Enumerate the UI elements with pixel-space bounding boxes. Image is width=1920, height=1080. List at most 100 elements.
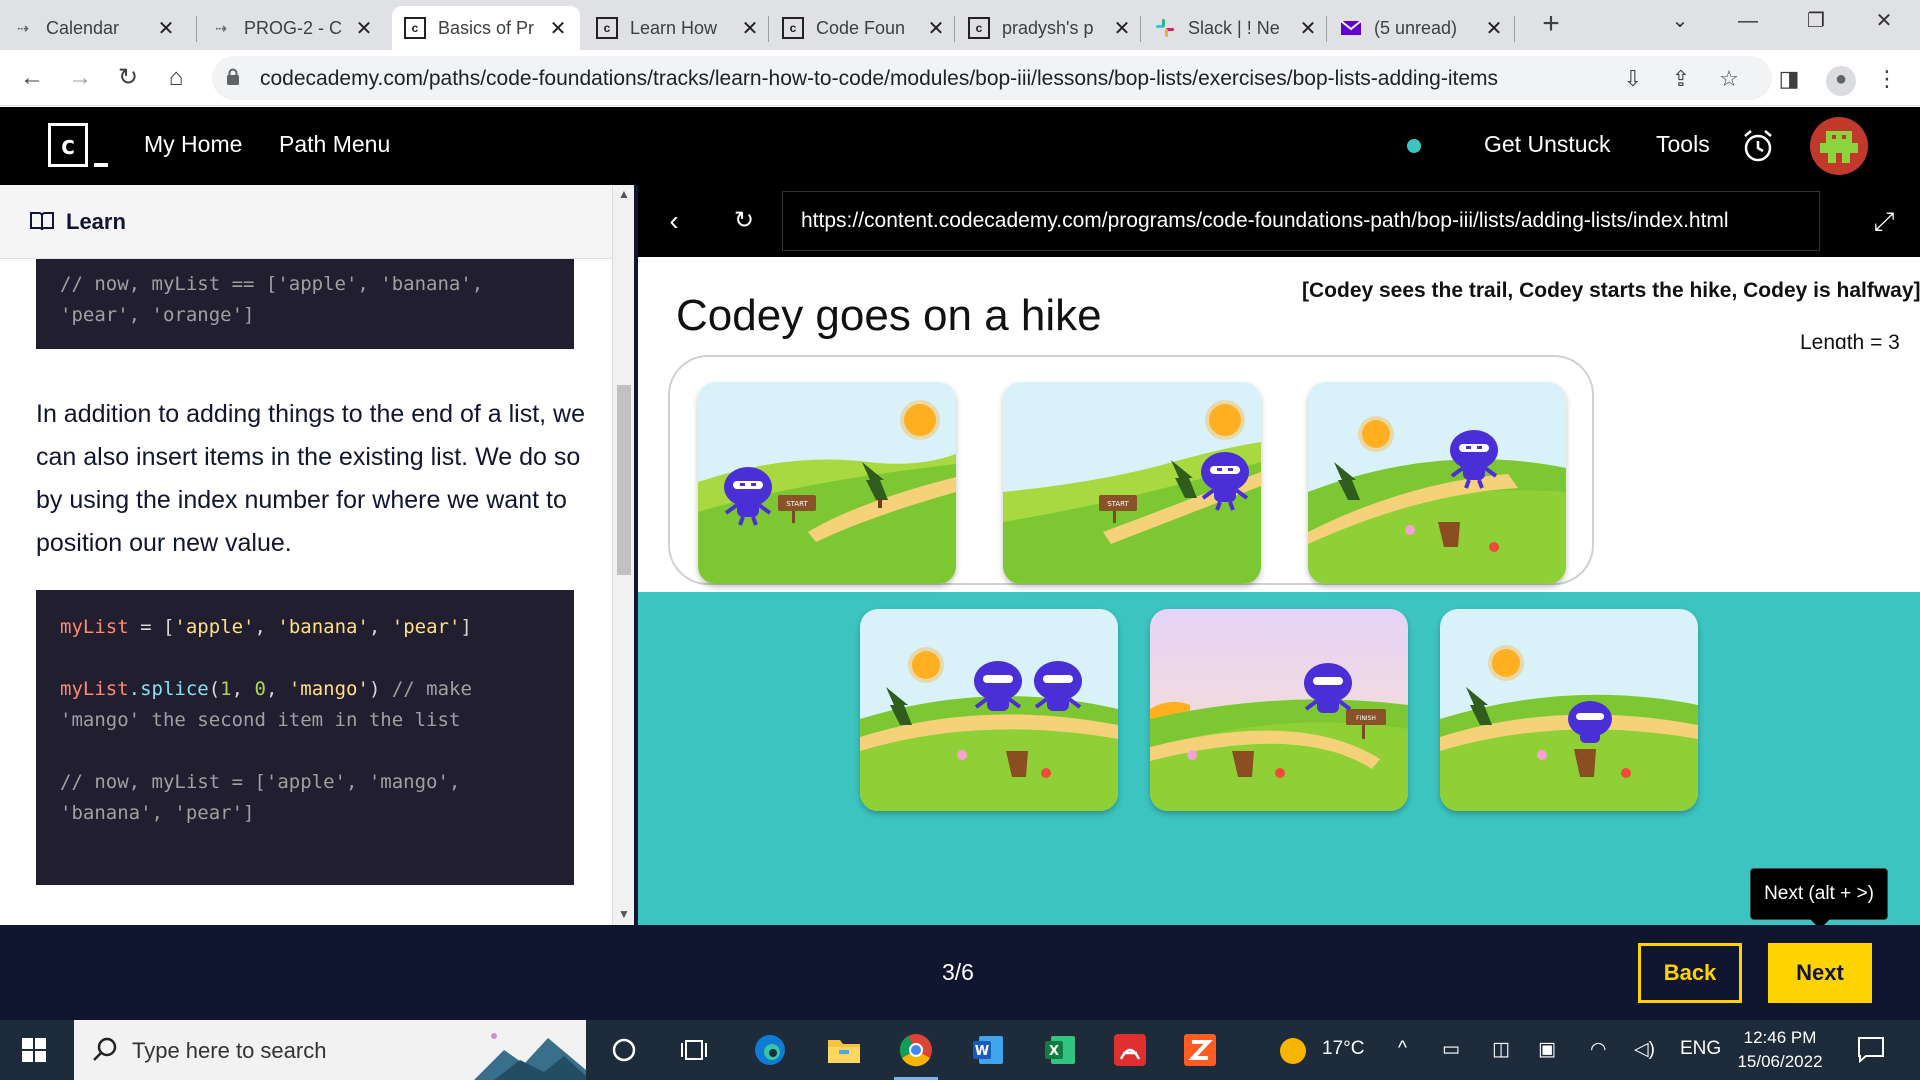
nav-path-menu[interactable]: Path Menu — [279, 131, 390, 158]
minimize-icon[interactable]: — — [1718, 0, 1778, 44]
chrome-icon[interactable] — [894, 1028, 938, 1080]
close-window-icon[interactable]: ✕ — [1854, 0, 1914, 44]
profile-icon[interactable]: ● — [1826, 66, 1856, 96]
tab-slack[interactable]: Slack | ! Ne ✕ — [1142, 6, 1330, 50]
tab-basics-active[interactable]: c Basics of Pr ✕ — [392, 6, 580, 50]
tab-pradysh[interactable]: c pradysh's p ✕ — [956, 6, 1144, 50]
tools-button[interactable]: Tools — [1656, 131, 1710, 158]
close-icon[interactable]: ✕ — [354, 16, 374, 41]
scene-stump-illustration — [1440, 609, 1698, 811]
mail-favicon-icon — [1340, 17, 1362, 39]
card-codey-starts-hike[interactable]: START — [1003, 382, 1261, 584]
codecademy-favicon-icon: c — [968, 17, 990, 39]
codecademy-favicon-icon: c — [596, 17, 618, 39]
side-panel-icon[interactable]: ◨ — [1776, 66, 1802, 92]
expand-icon[interactable]: ⤢ — [1868, 205, 1900, 237]
card-codey-is-halfway[interactable] — [1308, 382, 1566, 584]
tab-search-chevron-icon[interactable]: ⌄ — [1650, 0, 1710, 44]
page-title: Codey goes on a hike — [676, 291, 1102, 340]
language-indicator[interactable]: ENG — [1680, 1038, 1721, 1060]
cortana-icon[interactable] — [602, 1028, 646, 1072]
windows-start-icon[interactable] — [22, 1038, 46, 1062]
battery-icon[interactable]: ▭ — [1442, 1038, 1460, 1061]
scene-two-codeys-illustration — [860, 609, 1118, 811]
volume-icon[interactable]: ◁) — [1634, 1038, 1655, 1061]
new-tab-button[interactable]: + — [1534, 8, 1568, 42]
search-highlight-mountains-icon — [474, 1033, 586, 1080]
menu-dots-icon[interactable]: ⋮ — [1874, 66, 1900, 92]
card-option-finish[interactable]: FINISH — [1150, 609, 1408, 811]
excel-icon[interactable]: X — [1038, 1028, 1082, 1072]
scroll-down-icon[interactable]: ▼ — [617, 907, 631, 921]
tab-code-foundations[interactable]: c Code Foun ✕ — [770, 6, 958, 50]
tab-prog2[interactable]: ⇢ PROG-2 - C ✕ — [198, 6, 386, 50]
windows-taskbar: Type here to search W X 17°C ^ ▭ ◫ ▣ ◠ ◁… — [0, 1020, 1920, 1080]
back-arrow-icon[interactable]: ← — [16, 62, 48, 94]
avatar[interactable] — [1810, 117, 1868, 175]
acrobat-icon[interactable] — [1108, 1028, 1152, 1072]
reload-icon[interactable]: ↻ — [112, 62, 144, 94]
close-icon[interactable]: ✕ — [548, 16, 568, 41]
tab-calendar[interactable]: ⇢ Calendar ✕ — [0, 6, 188, 50]
search-placeholder: Type here to search — [132, 1038, 327, 1063]
list-output-text: [Codey sees the trail, Codey starts the … — [1302, 279, 1920, 302]
preview-url-field[interactable]: https://content.codecademy.com/programs/… — [782, 191, 1820, 251]
edge-icon[interactable] — [748, 1028, 792, 1072]
nav-my-home[interactable]: My Home — [144, 131, 242, 158]
chevron-up-icon[interactable]: ^ — [1398, 1038, 1407, 1060]
scene-trail-illustration: START — [698, 382, 956, 584]
close-icon[interactable]: ✕ — [1484, 16, 1504, 41]
close-icon[interactable]: ✕ — [1112, 16, 1132, 41]
lesson-footer: 3/6 Back Next — [0, 925, 1920, 1020]
get-unstuck-button[interactable]: Get Unstuck — [1484, 131, 1611, 158]
card-option-near-stump[interactable] — [1440, 609, 1698, 811]
word-icon[interactable]: W — [966, 1028, 1010, 1072]
card-option-two-codeys[interactable] — [860, 609, 1118, 811]
codecademy-logo[interactable]: c — [48, 123, 108, 171]
svg-text:FINISH: FINISH — [1356, 715, 1376, 722]
close-icon[interactable]: ✕ — [1298, 16, 1318, 41]
browser-tab-strip: ⇢ Calendar ✕ ⇢ PROG-2 - C ✕ c Basics of … — [0, 0, 1920, 50]
url-text: codecademy.com/paths/code-foundations/tr… — [260, 67, 1499, 90]
close-icon[interactable]: ✕ — [740, 16, 760, 41]
learn-panel: Learn // now, myList == ['apple', 'banan… — [0, 185, 634, 925]
bookmark-star-icon[interactable]: ☆ — [1716, 66, 1742, 92]
scroll-up-icon[interactable]: ▲ — [617, 187, 631, 201]
weather-temp[interactable]: 17°C — [1322, 1038, 1364, 1060]
weather-sun-icon[interactable] — [1278, 1036, 1308, 1072]
file-explorer-icon[interactable] — [822, 1028, 866, 1072]
restore-icon[interactable]: ❐ — [1786, 0, 1846, 44]
install-icon[interactable]: ⇩ — [1620, 66, 1646, 92]
taskbar-search-box[interactable]: Type here to search — [74, 1020, 586, 1080]
display-icon[interactable]: ▣ — [1538, 1038, 1556, 1061]
status-dot — [1407, 139, 1421, 153]
scene-start-illustration: START — [1003, 382, 1261, 584]
learn-scrollbar[interactable]: ▲ ▼ — [612, 185, 634, 925]
close-icon[interactable]: ✕ — [156, 16, 176, 41]
close-icon[interactable]: ✕ — [926, 16, 946, 41]
forward-arrow-icon[interactable]: → — [64, 62, 96, 94]
next-button[interactable]: Next — [1768, 943, 1872, 1003]
tab-learn-how[interactable]: c Learn How ✕ — [584, 6, 772, 50]
wifi-icon[interactable]: ◠ — [1590, 1038, 1607, 1061]
address-bar[interactable]: codecademy.com/paths/code-foundations/tr… — [212, 56, 1772, 100]
slack-favicon-icon — [1154, 17, 1176, 39]
chevron-left-icon[interactable]: ‹ — [658, 205, 690, 237]
length-text: Length = 3 — [1800, 331, 1900, 349]
preview-pane: Codey goes on a hike [Codey sees the tra… — [638, 257, 1920, 925]
svg-text:START: START — [1107, 500, 1129, 508]
alarm-clock-icon[interactable] — [1742, 129, 1774, 163]
clock[interactable]: 12:46 PM 15/06/2022 — [1730, 1026, 1830, 1074]
home-icon[interactable]: ⌂ — [160, 62, 192, 94]
zotero-icon[interactable] — [1178, 1028, 1222, 1072]
tab-mail[interactable]: (5 unread) ✕ — [1328, 6, 1516, 50]
task-view-icon[interactable] — [672, 1028, 716, 1072]
lock-icon[interactable] — [226, 68, 240, 86]
meet-icon[interactable]: ◫ — [1492, 1038, 1510, 1061]
back-button[interactable]: Back — [1638, 943, 1742, 1003]
notifications-icon[interactable] — [1856, 1034, 1886, 1070]
refresh-icon[interactable]: ↻ — [728, 205, 760, 237]
scrollbar-thumb[interactable] — [617, 385, 631, 575]
share-icon[interactable]: ⇪ — [1668, 66, 1694, 92]
card-codey-sees-trail[interactable]: START — [698, 382, 956, 584]
